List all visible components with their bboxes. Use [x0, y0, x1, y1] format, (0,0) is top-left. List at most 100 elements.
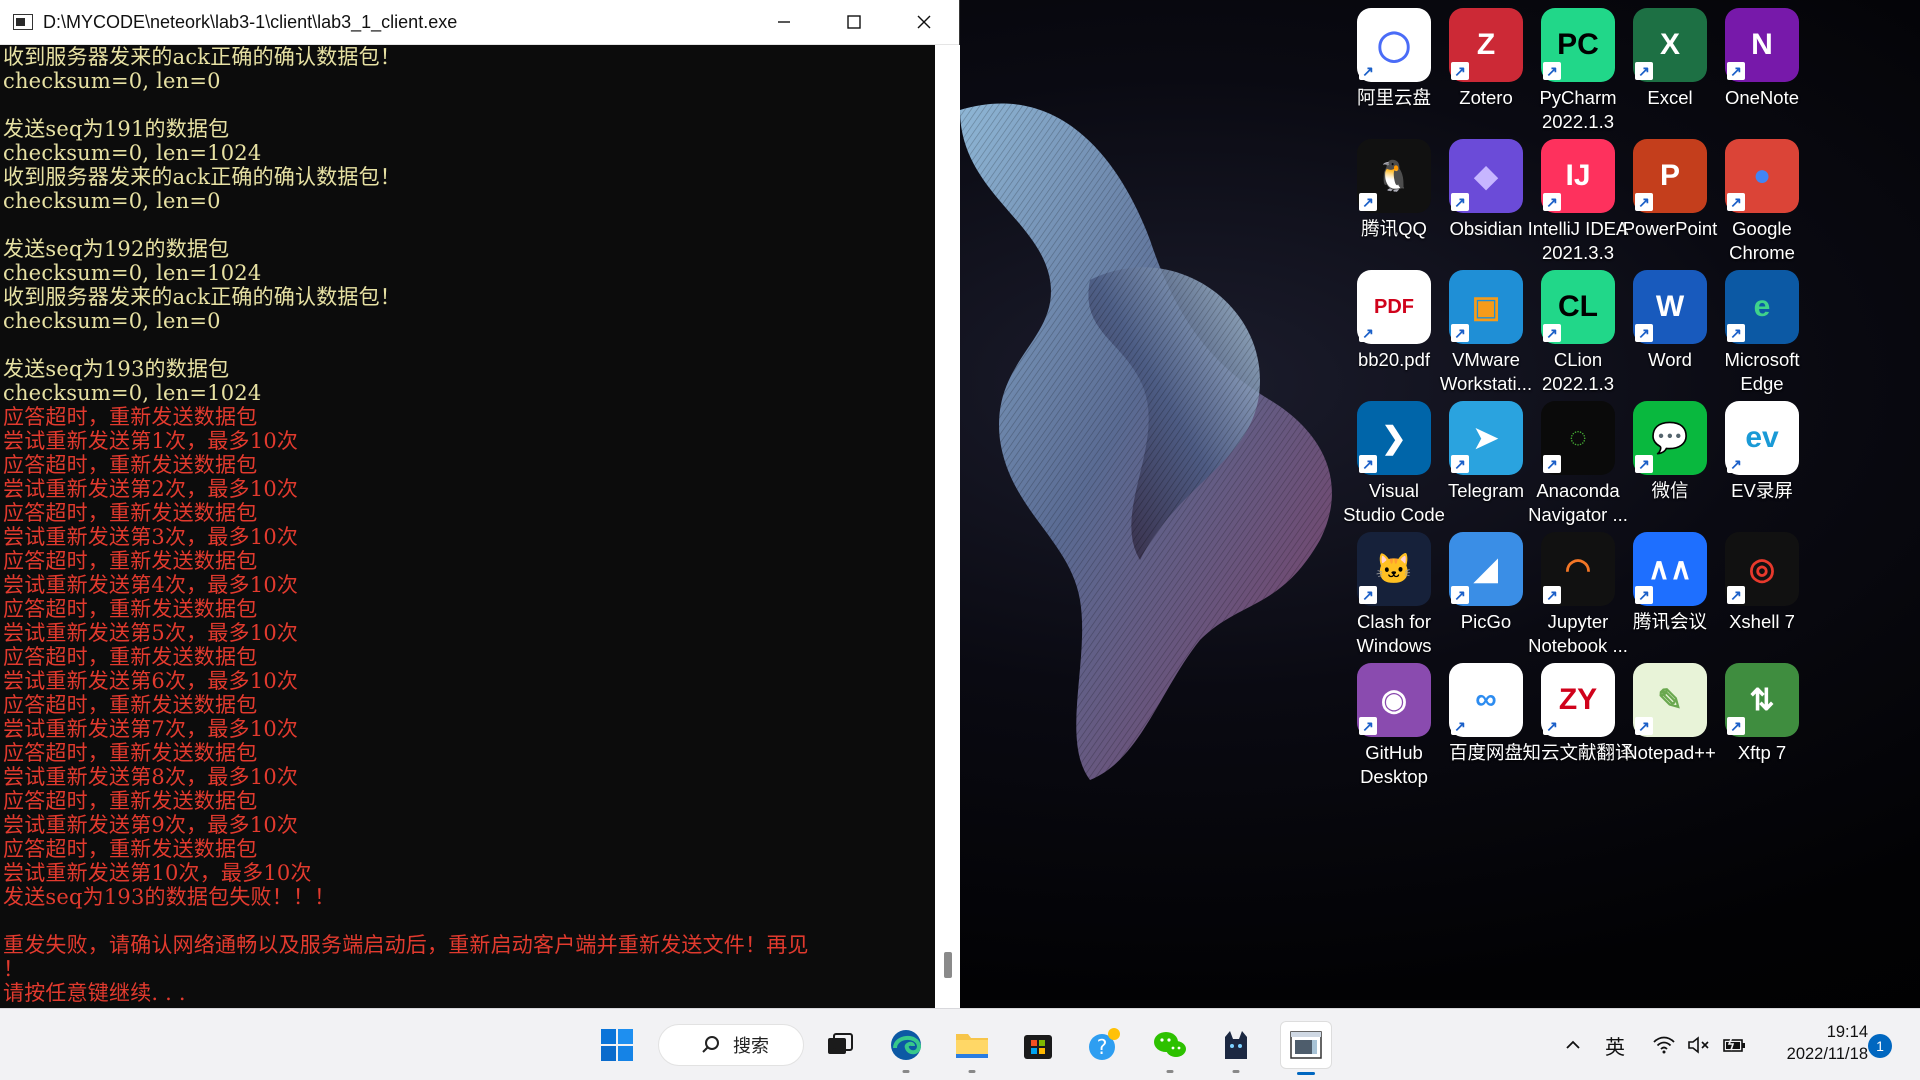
console-line: 尝试重新发送第6次，最多10次 [3, 669, 299, 693]
icon-glyph: ◠ [1564, 552, 1592, 586]
icon-glyph: ▣ [1471, 290, 1501, 324]
aliyun-drive-icon: ◯ ↗ [1357, 8, 1431, 82]
word-icon: W ↗ [1633, 270, 1707, 344]
ime-indicator[interactable]: 英 [1605, 1009, 1625, 1080]
shortcut-arrow-icon: ↗ [1543, 324, 1561, 342]
maximize-icon [847, 15, 861, 29]
console-line: ！ [3, 957, 25, 981]
console-line: checksum=0, len=0 [3, 189, 221, 213]
taskbar-wechat[interactable] [1148, 1023, 1192, 1073]
console-line: 应答超时，重新发送数据包 [3, 741, 258, 765]
shortcut-arrow-icon: ↗ [1451, 455, 1469, 473]
shortcut-arrow-icon: ↗ [1543, 193, 1561, 211]
maximize-button[interactable] [819, 0, 889, 45]
desktop-icon-xshell[interactable]: ◎ ↗ Xshell 7 [1706, 526, 1818, 676]
icon-glyph: PDF [1374, 295, 1414, 318]
shortcut-arrow-icon: ↗ [1359, 324, 1377, 342]
desktop-icon-edge[interactable]: e ↗ Microsoft Edge [1706, 264, 1818, 414]
notification-badge[interactable]: 1 [1868, 1034, 1892, 1058]
shortcut-arrow-icon: ↗ [1543, 62, 1561, 80]
console-line: checksum=0, len=0 [3, 69, 221, 93]
console-line: 应答超时，重新发送数据包 [3, 693, 258, 717]
vscode-icon: ❯ ↗ [1357, 401, 1431, 475]
icon-glyph: IJ [1565, 159, 1591, 192]
icon-glyph: P [1659, 159, 1680, 192]
desktop-icon-onenote[interactable]: N ↗ OneNote [1706, 2, 1818, 152]
xftp-icon: ⇅ ↗ [1725, 663, 1799, 737]
console-window-title: D:\MYCODE\neteork\lab3-1\client\lab3_1_c… [43, 11, 458, 32]
shortcut-arrow-icon: ↗ [1727, 62, 1745, 80]
volume-status[interactable] [1687, 1009, 1711, 1080]
console-app-icon [13, 14, 33, 30]
taskbar-clock[interactable]: 19:14 2022/11/18 [1768, 1021, 1868, 1065]
desktop-icon-label: Google Chrome [1729, 218, 1795, 263]
wallpaper-bloom [960, 103, 1332, 781]
desktop-icon-chrome[interactable]: ● ↗ Google Chrome [1706, 133, 1818, 283]
shortcut-arrow-icon: ↗ [1543, 717, 1561, 735]
svg-text:?: ? [1097, 1035, 1108, 1059]
console-line: 尝试重新发送第7次，最多10次 [3, 717, 299, 741]
taskbar-search[interactable]: 搜索 [658, 1024, 804, 1066]
shortcut-arrow-icon: ↗ [1727, 455, 1745, 473]
icon-glyph: N [1751, 28, 1773, 61]
start-button[interactable] [595, 1023, 639, 1067]
taskbar-store[interactable] [1016, 1023, 1060, 1067]
shortcut-arrow-icon: ↗ [1359, 62, 1377, 80]
minimize-button[interactable] [749, 0, 819, 45]
shortcut-arrow-icon: ↗ [1727, 717, 1745, 735]
wifi-icon [1653, 1036, 1675, 1054]
clock-date: 2022/11/18 [1786, 1045, 1868, 1063]
shortcut-arrow-icon: ↗ [1359, 193, 1377, 211]
desktop-icon-xftp[interactable]: ⇅ ↗ Xftp 7 [1706, 657, 1818, 807]
icon-glyph: 🐧 [1375, 159, 1413, 193]
icon-glyph: X [1659, 28, 1680, 61]
icon-glyph: ◢ [1474, 552, 1498, 586]
chevron-up-icon [1566, 1040, 1580, 1049]
icon-glyph: Z [1476, 28, 1496, 61]
battery-status[interactable] [1722, 1009, 1748, 1080]
anaconda-icon: ◌ ↗ [1541, 401, 1615, 475]
taskbar-edge[interactable] [884, 1023, 928, 1073]
console-line: 应答超时，重新发送数据包 [3, 645, 258, 669]
zhiyun-icon: ZY ↗ [1541, 663, 1615, 737]
console-line: 发送seq为193的数据包失败！！！ [3, 885, 336, 909]
icon-glyph: e [1753, 290, 1771, 323]
onenote-icon: N ↗ [1725, 8, 1799, 82]
ev-recorder-icon: ev ↗ [1725, 401, 1799, 475]
excel-icon: X ↗ [1633, 8, 1707, 82]
tray-overflow-button[interactable] [1563, 1009, 1583, 1080]
windows-start-icon [601, 1029, 633, 1061]
taskbar-clash[interactable] [1214, 1023, 1258, 1073]
icon-glyph: 🐱 [1375, 552, 1413, 586]
wifi-status[interactable] [1652, 1009, 1676, 1080]
jupyter-icon: ◠ ↗ [1541, 532, 1615, 606]
taskbar-qq[interactable]: ? [1082, 1023, 1126, 1067]
console-titlebar[interactable]: D:\MYCODE\neteork\lab3-1\client\lab3_1_c… [0, 0, 959, 45]
clion-icon: CL ↗ [1541, 270, 1615, 344]
console-line: 应答超时，重新发送数据包 [3, 405, 258, 429]
console-scrollbar[interactable] [935, 45, 960, 1008]
console-line: 尝试重新发送第10次，最多10次 [3, 861, 312, 885]
tencent-meeting-icon: ∧∧ ↗ [1633, 532, 1707, 606]
console-line: 应答超时，重新发送数据包 [3, 837, 258, 861]
icon-glyph: ✎ [1657, 683, 1683, 717]
taskbar-file-explorer[interactable] [950, 1023, 994, 1073]
taskbar-console[interactable] [1280, 1021, 1332, 1075]
desktop-icon-ev-recorder[interactable]: ev ↗ EV录屏 [1706, 395, 1818, 545]
shortcut-arrow-icon: ↗ [1543, 455, 1561, 473]
icon-glyph: ➤ [1473, 421, 1499, 455]
console-line: 请按任意键继续. . . [3, 981, 186, 1005]
scrollbar-thumb[interactable] [944, 952, 952, 978]
console-window[interactable]: D:\MYCODE\neteork\lab3-1\client\lab3_1_c… [0, 0, 960, 1008]
powerpoint-icon: P ↗ [1633, 139, 1707, 213]
console-line: 收到服务器发来的ack正确的确认数据包！ [3, 165, 402, 189]
console-output-area[interactable]: 收到服务器发来的ack正确的确认数据包！ checksum=0, len=0 发送s… [0, 45, 960, 1008]
close-button[interactable] [889, 0, 959, 45]
console-line: 尝试重新发送第2次，最多10次 [3, 477, 299, 501]
icon-glyph: ev [1745, 421, 1779, 454]
icon-glyph: ❯ [1381, 421, 1407, 455]
task-view-button[interactable] [818, 1023, 862, 1067]
